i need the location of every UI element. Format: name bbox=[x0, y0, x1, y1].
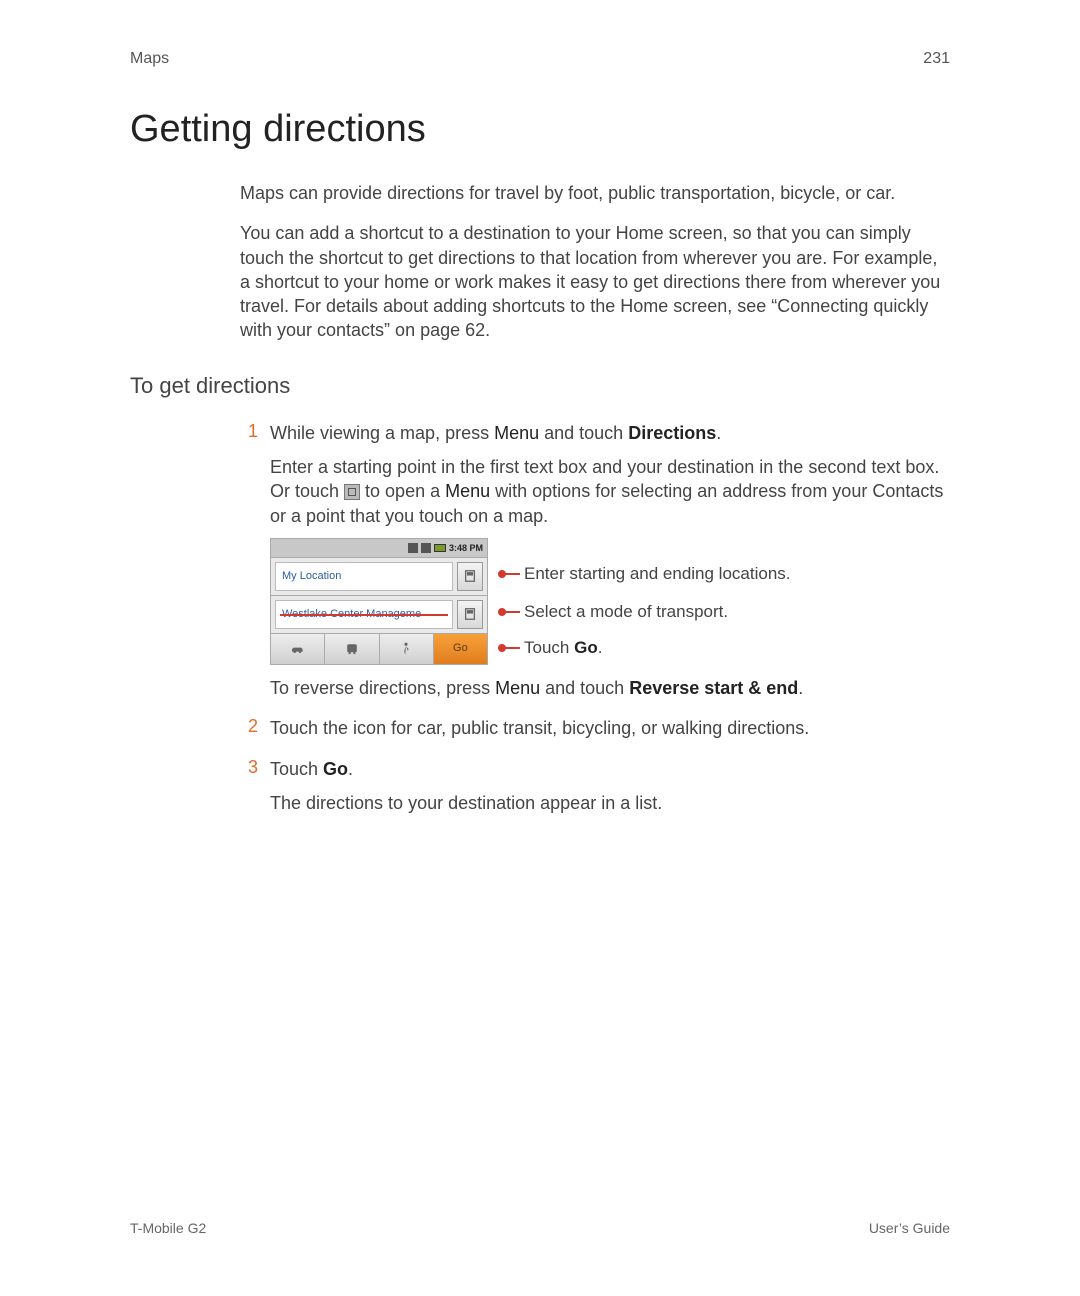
step-number: 2 bbox=[240, 716, 270, 750]
callout-go: Touch Go. bbox=[500, 630, 791, 666]
directions-figure: 3:48 PM My Location Westlake Center Mana… bbox=[270, 538, 950, 666]
directions-label: Directions bbox=[628, 423, 716, 443]
callout-line-icon bbox=[500, 611, 520, 613]
transport-mode-row: Go bbox=[271, 633, 487, 664]
start-location-input[interactable]: My Location bbox=[275, 562, 453, 591]
mode-car-button[interactable] bbox=[271, 634, 325, 664]
signal-icon bbox=[408, 543, 418, 553]
bookmark-icon bbox=[463, 569, 477, 583]
subheading: To get directions bbox=[130, 373, 950, 399]
page-title: Getting directions bbox=[130, 108, 950, 151]
step-number: 3 bbox=[240, 757, 270, 826]
mode-transit-button[interactable] bbox=[325, 634, 379, 664]
step-3-line: Touch Go. bbox=[270, 757, 950, 781]
battery-icon bbox=[434, 544, 446, 552]
menu-label: Menu bbox=[494, 423, 539, 443]
footer-left: T-Mobile G2 bbox=[130, 1220, 206, 1236]
step-2: 2 Touch the icon for car, public transit… bbox=[240, 716, 950, 750]
callout-line-icon bbox=[500, 573, 520, 575]
phone-statusbar: 3:48 PM bbox=[271, 539, 487, 557]
footer-right: User’s Guide bbox=[869, 1220, 950, 1236]
car-icon bbox=[290, 642, 306, 656]
callout-transport: Select a mode of transport. bbox=[500, 594, 791, 630]
bookmark-icon bbox=[344, 484, 360, 500]
figure-callouts: Enter starting and ending locations. Sel… bbox=[500, 538, 791, 666]
go-button[interactable]: Go bbox=[434, 634, 487, 664]
reverse-label: Reverse start & end bbox=[629, 678, 798, 698]
walk-icon bbox=[398, 642, 414, 656]
page-footer: T-Mobile G2 User’s Guide bbox=[130, 1220, 950, 1236]
bus-icon bbox=[344, 642, 360, 656]
header-page-number: 231 bbox=[923, 50, 950, 68]
step-3: 3 Touch Go. The directions to your desti… bbox=[240, 757, 950, 826]
network-icon bbox=[421, 543, 431, 553]
start-picker-button[interactable] bbox=[457, 562, 483, 591]
callout-locations: Enter starting and ending locations. bbox=[500, 556, 791, 592]
intro-para-1: Maps can provide directions for travel b… bbox=[240, 181, 950, 205]
step-1-line: While viewing a map, press Menu and touc… bbox=[270, 421, 950, 445]
step-1: 1 While viewing a map, press Menu and to… bbox=[240, 421, 950, 710]
step-1-detail: Enter a starting point in the first text… bbox=[270, 455, 950, 528]
page-header: Maps 231 bbox=[130, 50, 950, 68]
bookmark-icon bbox=[463, 607, 477, 621]
end-location-input[interactable]: Westlake Center Manageme bbox=[275, 600, 453, 629]
step-number: 1 bbox=[240, 421, 270, 710]
end-picker-button[interactable] bbox=[457, 600, 483, 629]
status-time: 3:48 PM bbox=[449, 542, 483, 554]
mode-walk-button[interactable] bbox=[380, 634, 434, 664]
phone-mock: 3:48 PM My Location Westlake Center Mana… bbox=[270, 538, 488, 665]
step-1-reverse: To reverse directions, press Menu and to… bbox=[270, 676, 950, 700]
end-field-row: Westlake Center Manageme bbox=[271, 595, 487, 633]
header-section: Maps bbox=[130, 50, 169, 68]
callout-connector bbox=[280, 614, 448, 616]
intro-para-2: You can add a shortcut to a destination … bbox=[240, 221, 950, 342]
callout-line-icon bbox=[500, 647, 520, 649]
step-2-text: Touch the icon for car, public transit, … bbox=[270, 716, 950, 740]
step-3-result: The directions to your destination appea… bbox=[270, 791, 950, 815]
start-field-row: My Location bbox=[271, 557, 487, 595]
